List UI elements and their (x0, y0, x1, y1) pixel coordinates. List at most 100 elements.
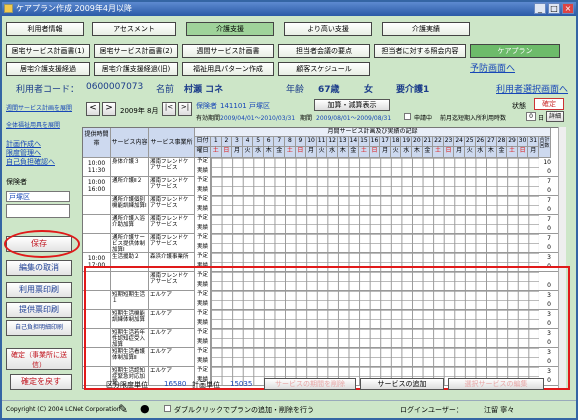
menu-client-schedule[interactable]: 顧客スケジュール (278, 62, 370, 76)
plan-total: 7 (547, 178, 551, 185)
add-service-button[interactable]: サービスの追加 (360, 378, 444, 390)
insurer-no: 141101 戸塚区 (220, 102, 270, 110)
print-selfpay-button[interactable]: 自己負担明細印刷 (6, 320, 72, 336)
menu-weekly-plan[interactable]: 週間サービス計画書 (182, 44, 274, 58)
day-cells[interactable] (211, 234, 539, 252)
menu-meeting-points[interactable]: 担当者会議の要点 (278, 44, 370, 58)
day-header: 1 (211, 137, 222, 147)
pen-icon[interactable]: ✎ (118, 402, 128, 416)
table-row[interactable]: 10:00 16:00 通所介護Ⅱ２ 湘南フレンドケアサービス 予定 実績 7 0 (83, 177, 559, 196)
table-row[interactable]: 通所介護入浴介助加算 湘南フレンドケアサービス 予定 実績 7 0 (83, 215, 559, 234)
menu-home-plan-1[interactable]: 居宅サービス計画書(1) (6, 44, 90, 58)
day-cells[interactable] (211, 177, 539, 195)
day-header: 12 (327, 137, 338, 147)
first-page-button[interactable]: |< (162, 102, 176, 116)
unconfirm-button[interactable]: 確定を戻す (10, 374, 72, 390)
menu-care-record[interactable]: 介護実績 (382, 22, 470, 36)
detail-button[interactable]: 詳細 (546, 111, 564, 122)
plan-label: 予定 (195, 234, 211, 244)
last-page-button[interactable]: >| (178, 102, 192, 116)
row-office: 湘南フレンドケアサービス (149, 158, 195, 176)
menu-careplan[interactable]: ケアプラン (470, 44, 560, 58)
day-header: 3 (232, 137, 243, 147)
table-row[interactable]: 通所介護サービス提供体制加算Ⅰ 湘南フレンドケアサービス 予定 実績 7 0 (83, 234, 559, 253)
day-header: 15 (359, 137, 370, 147)
actual-label: 実績 (195, 167, 211, 177)
current-month: 2009年 8月 (120, 107, 159, 115)
day-header: 16 (369, 137, 381, 147)
actual-total: 0 (547, 206, 551, 213)
delete-period-button[interactable]: サービスの期間を削除 (264, 378, 356, 390)
menu-assessment[interactable]: アセスメント (92, 22, 176, 36)
limit-manage-link[interactable]: 限度管理へ (6, 149, 78, 158)
edit-selected-button[interactable]: 選択サービスの編集 (448, 378, 544, 390)
patient-info-bar: 利用者コード： 0600007073 名前 村瀬 コネ 年齢 67歳 女 要介護… (6, 82, 572, 95)
row-dow-label: 曜日 (195, 147, 211, 158)
expand-weekly-link[interactable]: 週間サービス計画を展開 (6, 104, 78, 113)
apply-checkbox[interactable] (404, 113, 411, 120)
insurer-field[interactable]: 戸塚区 (6, 191, 70, 202)
menu-home-plan-2[interactable]: 居宅サービス計画書(2) (94, 44, 178, 58)
menu-user-info[interactable]: 利用者情報 (6, 22, 84, 36)
patient-name: 村瀬 コネ (184, 85, 224, 95)
day-header: 21 (422, 137, 434, 147)
plan-create-link[interactable]: 計画作成へ (6, 140, 78, 149)
close-button[interactable]: × (562, 3, 574, 14)
user-code-label: 利用者コード： (16, 85, 80, 95)
dblclick-checkbox[interactable] (164, 405, 171, 412)
period-value: 2009/08/01〜2009/08/31 (316, 115, 392, 122)
main-menu: 利用者情報 アセスメント 介護支援 より高い支援 介護実績 (6, 22, 470, 36)
day-header: 4 (242, 137, 254, 147)
bulb-icon[interactable]: ● (140, 402, 150, 415)
dow-header: 月 (232, 147, 243, 158)
row-time (83, 215, 111, 233)
actual-label: 実績 (195, 205, 211, 215)
day-cells[interactable] (211, 196, 539, 214)
menu-higher-support[interactable]: より高い支援 (284, 22, 372, 36)
table-row[interactable]: 通所介護個別機能訓練加算Ⅰ 湘南フレンドケアサービス 予定 実績 7 0 (83, 196, 559, 215)
user-select-link[interactable]: 利用者選択画面へ (496, 82, 568, 95)
prevention-link[interactable]: 予防画面へ (470, 62, 515, 76)
table-row[interactable]: 10:00 11:30 身体介護３ 湘南フレンドケアサービス 予定 実績 10 0 (83, 158, 559, 177)
state-label: 状態 (512, 102, 526, 110)
confirm-send-button[interactable]: 確定（事業所に送信） (6, 348, 72, 370)
cancel-edit-button[interactable]: 編集の取消 (6, 260, 72, 276)
menu-support-process-old[interactable]: 居宅介護支援経過(旧) (94, 62, 178, 76)
row-time: 10:00 11:30 (83, 158, 111, 176)
print-usage-button[interactable]: 利用票印刷 (6, 282, 72, 298)
day-header: 30 (517, 137, 529, 147)
row-date-label: 日付 (195, 137, 211, 147)
minimize-button[interactable]: _ (534, 3, 546, 14)
prev-month-days-value[interactable]: 0 (526, 112, 536, 121)
maximize-button[interactable]: □ (548, 3, 560, 14)
plan-total: 7 (547, 216, 551, 223)
dow-header: 水 (253, 147, 264, 158)
patient-age: 67歳 (318, 85, 340, 95)
dow-header: 土 (359, 147, 370, 158)
self-pay-link[interactable]: 自己負担確認へ (6, 158, 78, 167)
plan-units-value: 15035 (230, 380, 253, 388)
day-cells[interactable] (211, 158, 539, 176)
dow-header: 水 (327, 147, 338, 158)
actual-total: 0 (547, 168, 551, 175)
dow-header: 火 (316, 147, 328, 158)
menu-equipment-pattern[interactable]: 福祉用具パターン作成 (182, 62, 274, 76)
menu-inquiry[interactable]: 担当者に対する照会内容 (374, 44, 466, 58)
state-value: 確定 (534, 98, 564, 110)
insurer-field-2[interactable] (6, 204, 70, 218)
day-header: 14 (348, 137, 360, 147)
prev-month-button[interactable]: < (86, 102, 100, 116)
login-user: 江留 寧々 (484, 406, 515, 414)
print-provision-button[interactable]: 提供票印刷 (6, 302, 72, 318)
next-month-button[interactable]: > (102, 102, 116, 116)
menu-care-support[interactable]: 介護支援 (186, 22, 274, 36)
period-label: 期間 (300, 115, 313, 122)
day-cells[interactable] (211, 215, 539, 233)
row-office: 湘南フレンドケアサービス (149, 215, 195, 233)
expand-equipment-link[interactable]: 全体福祉用具を展開 (6, 121, 78, 130)
dow-header: 日 (369, 147, 381, 158)
add-reduce-button[interactable]: 加算・減算表示 (314, 99, 390, 111)
menu-support-process[interactable]: 居宅介護支援経過 (6, 62, 90, 76)
actual-label: 実績 (195, 243, 211, 253)
day-header: 26 (475, 137, 487, 147)
